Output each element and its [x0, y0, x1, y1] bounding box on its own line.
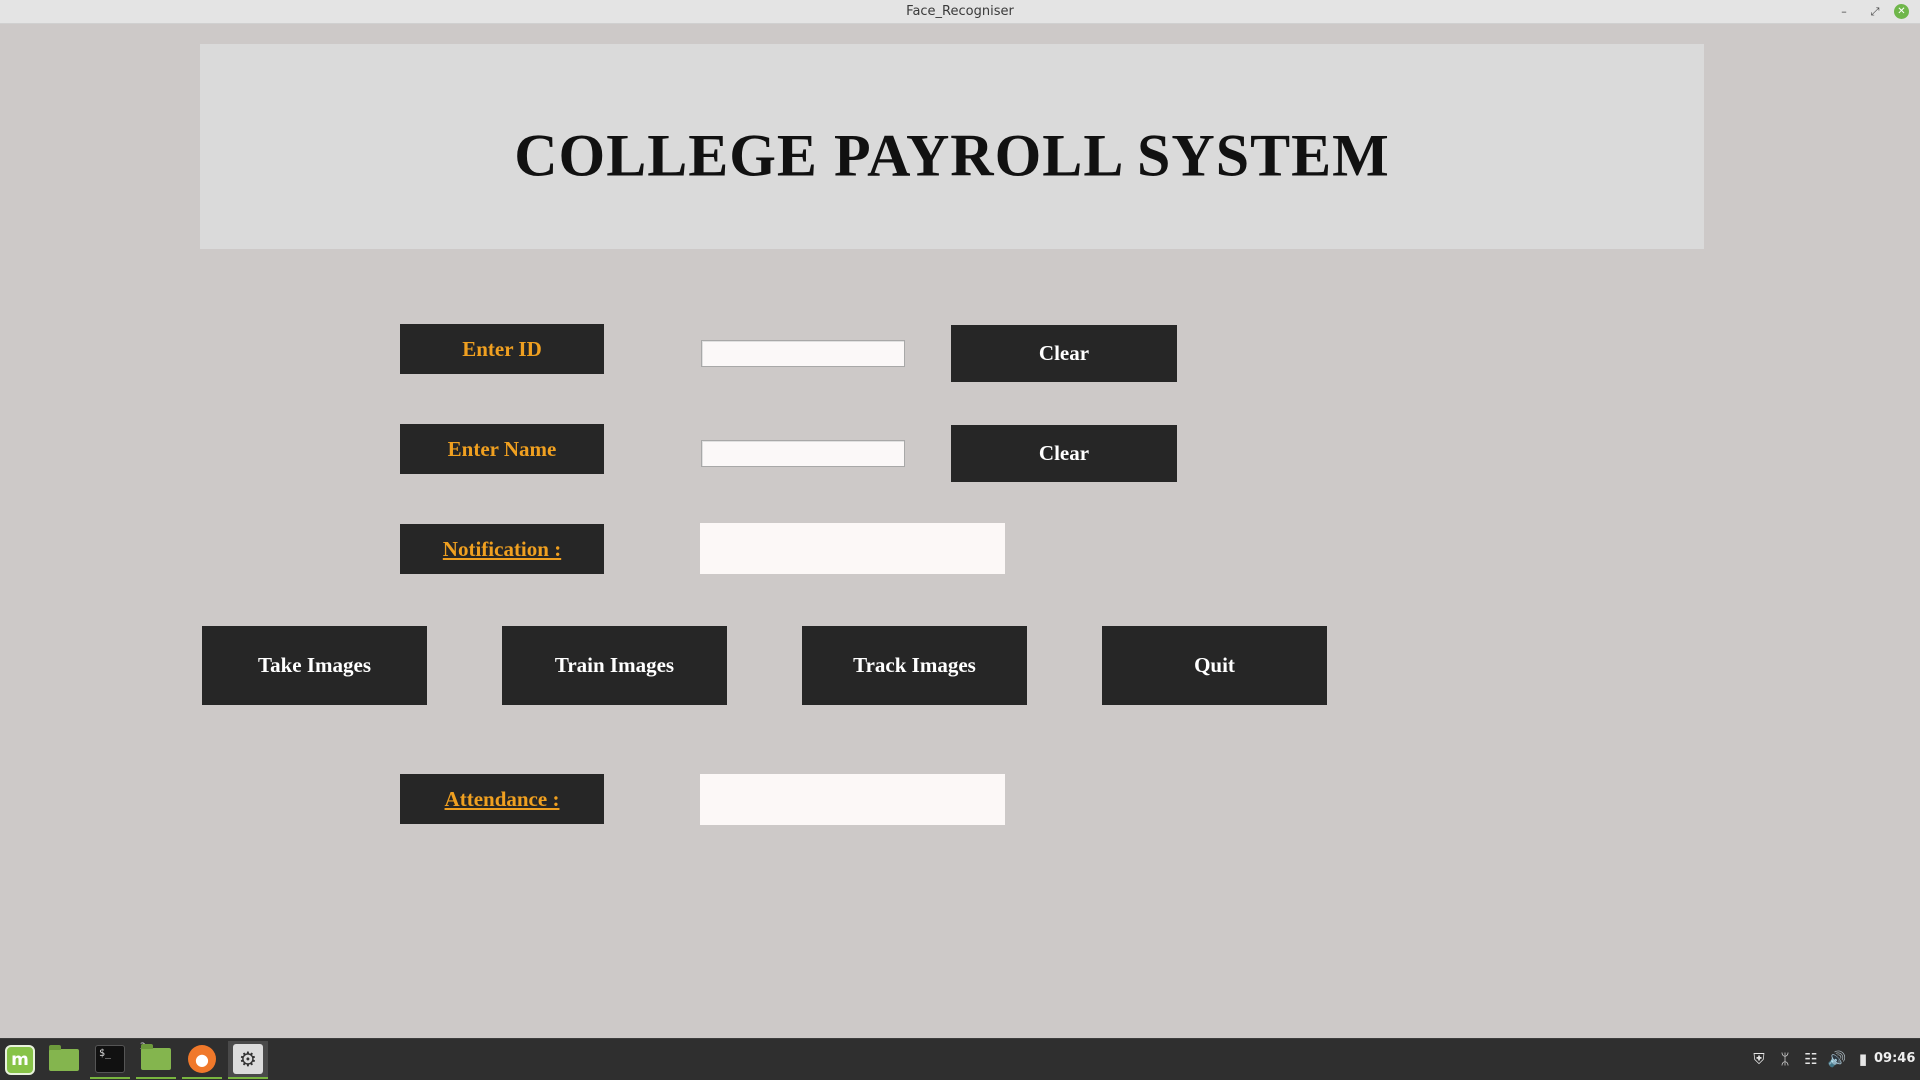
- network-icon[interactable]: ☷: [1800, 1046, 1822, 1072]
- track-images-button-label: Track Images: [853, 653, 976, 677]
- files-launcher[interactable]: [44, 1041, 84, 1079]
- name-input[interactable]: [701, 440, 905, 467]
- shield-icon[interactable]: ⛨: [1748, 1046, 1770, 1072]
- window-title: Face_Recogniser: [906, 4, 1014, 19]
- folder-icon: [141, 1044, 171, 1070]
- terminal-icon: $_: [95, 1045, 125, 1073]
- quit-button[interactable]: Quit: [1102, 626, 1327, 705]
- clear-id-button-label: Clear: [1038, 341, 1090, 365]
- attendance-message: [700, 774, 1005, 825]
- firefox-icon: ●: [188, 1045, 216, 1073]
- clear-id-button[interactable]: Clear: [951, 325, 1177, 382]
- attendance-label: Attendance :: [400, 774, 604, 824]
- enter-id-label: Enter ID: [400, 324, 604, 374]
- train-images-button[interactable]: Train Images: [502, 626, 727, 705]
- clock[interactable]: 09:46: [1874, 1046, 1915, 1072]
- volume-icon[interactable]: 🔊: [1826, 1046, 1848, 1072]
- attendance-label-text: Attendance :: [444, 786, 560, 811]
- taskbar: m $_ 2 ● ⚙: [0, 1038, 1920, 1080]
- face-recogniser-window[interactable]: ⚙: [228, 1041, 268, 1079]
- take-images-button[interactable]: Take Images: [202, 626, 427, 705]
- clear-name-button-label: Clear: [1038, 441, 1090, 465]
- track-images-button[interactable]: Track Images: [802, 626, 1027, 705]
- window-titlebar[interactable]: Face_Recogniser – ⤢ ✕: [0, 0, 1920, 24]
- terminal-launcher[interactable]: $_: [90, 1041, 130, 1079]
- train-images-button-label: Train Images: [554, 653, 675, 677]
- maximize-button[interactable]: ⤢: [1866, 3, 1884, 21]
- notification-label-text: Notification :: [442, 536, 562, 561]
- enter-name-label: Enter Name: [400, 424, 604, 474]
- notification-message: [700, 523, 1005, 574]
- take-images-button-label: Take Images: [258, 653, 371, 677]
- page-title: COLLEGE PAYROLL SYSTEM: [514, 122, 1390, 189]
- enter-name-label-text: Enter Name: [447, 436, 557, 461]
- clear-name-button[interactable]: Clear: [951, 425, 1177, 482]
- bluetooth-icon[interactable]: ᛯ: [1774, 1046, 1796, 1072]
- files-window-group[interactable]: 2: [136, 1041, 176, 1079]
- firefox-launcher[interactable]: ●: [182, 1041, 222, 1079]
- mint-menu-button[interactable]: m: [0, 1041, 40, 1079]
- mint-menu-icon: m: [5, 1045, 35, 1075]
- enter-id-label-text: Enter ID: [462, 336, 542, 361]
- folder-icon: [49, 1045, 79, 1071]
- quit-button-label: Quit: [1194, 653, 1235, 677]
- notification-label: Notification :: [400, 524, 604, 574]
- close-button[interactable]: ✕: [1894, 4, 1909, 19]
- minimize-button[interactable]: –: [1835, 3, 1853, 21]
- battery-icon[interactable]: ▮: [1852, 1046, 1874, 1072]
- settings-icon: ⚙: [233, 1044, 263, 1074]
- id-input[interactable]: [701, 340, 905, 367]
- header-panel: COLLEGE PAYROLL SYSTEM: [200, 44, 1704, 249]
